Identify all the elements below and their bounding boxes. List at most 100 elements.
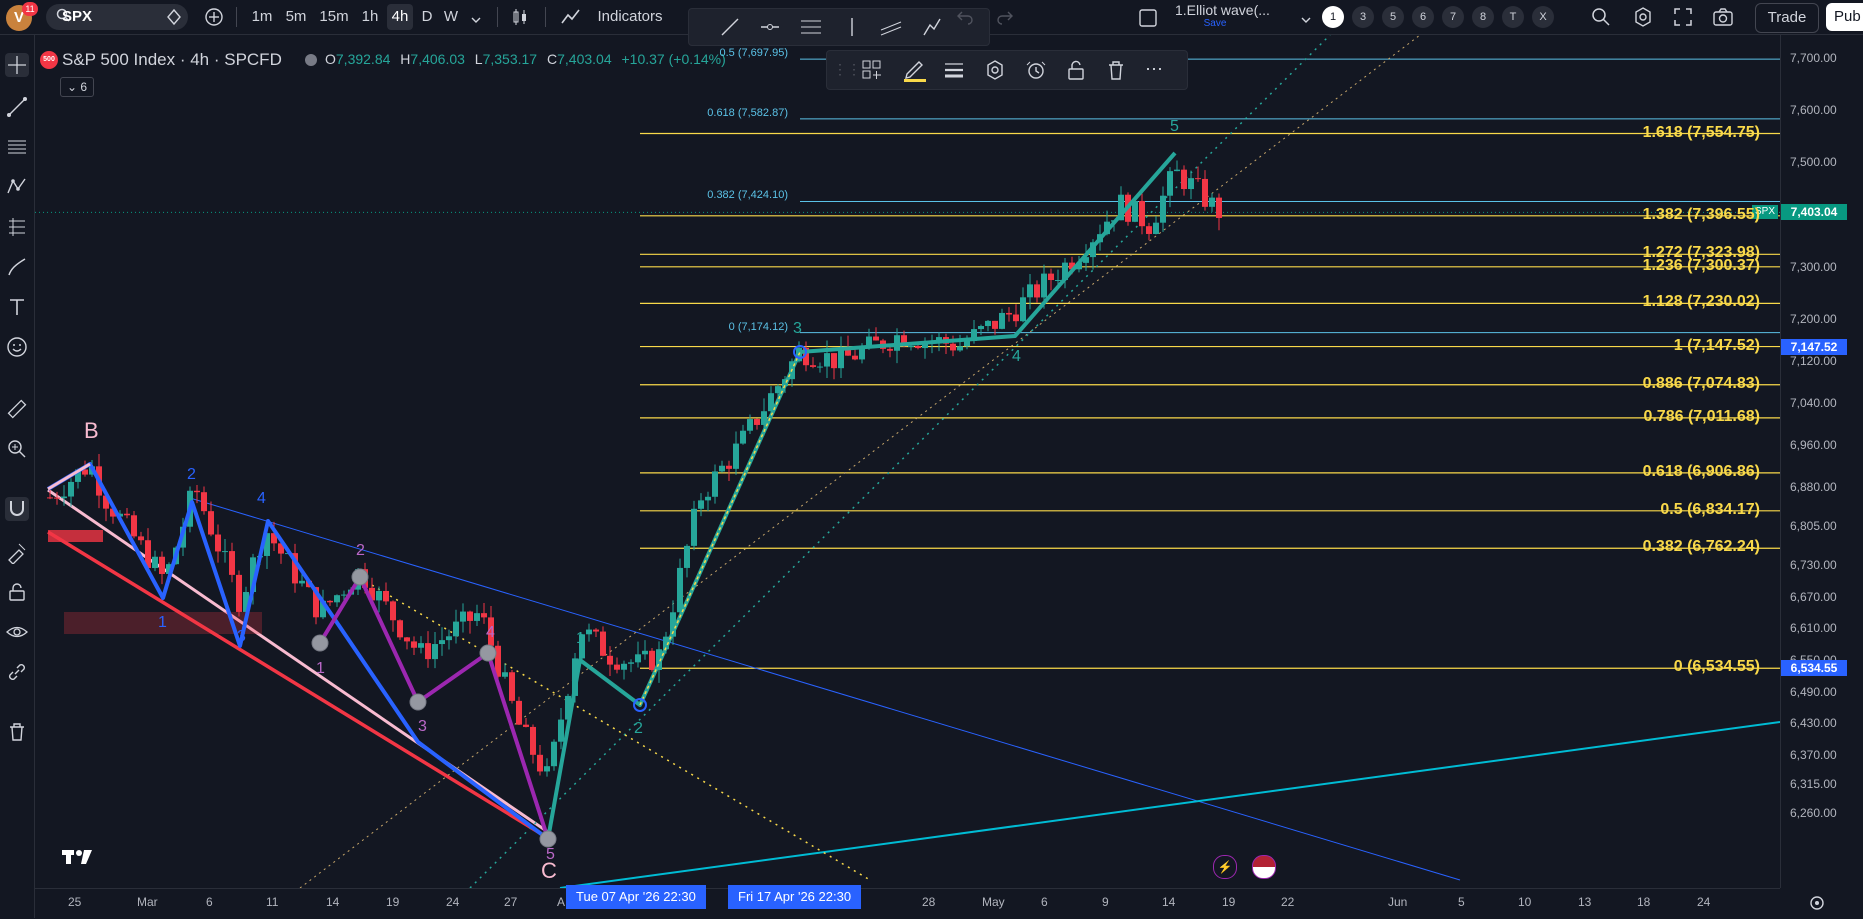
price-chart[interactable] (35, 35, 1780, 888)
interval-d[interactable]: D (418, 4, 436, 30)
forecast-tool-icon[interactable] (5, 215, 29, 239)
indicators-icon[interactable] (560, 7, 582, 32)
pencil-color-icon[interactable] (903, 57, 927, 88)
time-tick: 14 (1162, 895, 1176, 909)
zoom-in-icon[interactable] (5, 437, 29, 461)
pill-t[interactable]: T (1502, 6, 1524, 28)
candle-body (446, 636, 452, 641)
trash-icon[interactable] (5, 720, 29, 744)
interval-1h[interactable]: 1h (358, 4, 382, 30)
pill-6[interactable]: 6 (1412, 6, 1434, 28)
candle-body (1188, 178, 1194, 190)
green-wave-label: 4 (1012, 348, 1021, 365)
time-tick: 18 (1637, 895, 1651, 909)
compare-icon[interactable] (165, 8, 183, 31)
candle-body (992, 320, 998, 329)
add-template-icon[interactable] (861, 59, 883, 86)
time-tick: Mar (137, 895, 158, 909)
candle-body (1139, 201, 1145, 227)
pill-5[interactable]: 5 (1382, 6, 1404, 28)
candle-body (1041, 273, 1047, 298)
candles-icon[interactable] (510, 7, 530, 32)
market-status-icon (305, 54, 317, 66)
text-tool-icon[interactable] (5, 295, 29, 319)
candle-body (754, 419, 760, 425)
layout-name[interactable]: 1.Elliot wave(... Save (1175, 2, 1285, 29)
settings-gear-icon[interactable] (1632, 6, 1654, 33)
fib-tool-icon[interactable] (5, 135, 29, 159)
price-tick: 7,300.00 (1790, 260, 1837, 274)
pill-3[interactable]: 3 (1352, 6, 1374, 28)
redo-icon[interactable] (996, 8, 1014, 31)
indicators-button[interactable]: Indicators (590, 4, 670, 30)
fullscreen-icon[interactable] (1672, 6, 1694, 33)
eye-icon[interactable] (5, 620, 29, 644)
undo-icon[interactable] (956, 8, 974, 31)
candle-body (327, 600, 333, 603)
interval-1m[interactable]: 1m (248, 4, 276, 30)
ruler-icon[interactable] (5, 397, 29, 421)
object-settings-icon[interactable] (984, 59, 1006, 86)
pill-8[interactable]: 8 (1472, 6, 1494, 28)
brush-icon[interactable] (5, 255, 29, 279)
zoom-search-icon[interactable] (1590, 6, 1612, 33)
layout-save-status: Save (1203, 18, 1227, 29)
publish-button[interactable]: Pub (1826, 3, 1863, 31)
candle-body (61, 496, 67, 499)
interval-4h[interactable]: 4h (387, 4, 413, 30)
pill-1[interactable]: 1 (1322, 6, 1344, 28)
interval-w[interactable]: W (440, 4, 462, 30)
candle-body (810, 365, 816, 367)
more-icon[interactable]: ⋯ (1145, 59, 1163, 80)
price-tick: 6,260.00 (1790, 806, 1837, 820)
lightning-icon[interactable]: ⚡ (1213, 855, 1237, 879)
pill-7[interactable]: 7 (1442, 6, 1464, 28)
candle-body (873, 336, 879, 341)
lock-icon[interactable] (5, 580, 29, 604)
candle-body (439, 640, 445, 645)
unlock-icon[interactable] (1065, 59, 1087, 86)
line-width-icon[interactable] (943, 60, 965, 85)
fib-label: 1.236 (7,300.37) (1642, 256, 1760, 274)
link-icon[interactable] (5, 660, 29, 684)
purple-wave (318, 575, 550, 840)
candle-body (831, 353, 837, 369)
camera-icon[interactable] (1712, 6, 1734, 33)
candle-body (551, 741, 557, 767)
candle-body (453, 621, 459, 637)
time-tick: Jun (1388, 895, 1408, 909)
candle-body (1209, 197, 1215, 207)
time-tick: 6 (1041, 895, 1048, 909)
trade-button[interactable]: Trade (1755, 3, 1819, 33)
candle-body (558, 719, 564, 742)
symbol-title[interactable]: S&P 500 Index · 4h · SPCFD (62, 50, 282, 70)
candle-body (152, 556, 158, 569)
blue-wave-label: 2 (187, 466, 196, 483)
drag-handle-icon[interactable]: ⋮⋮ (833, 61, 861, 78)
delete-icon[interactable] (1105, 59, 1127, 86)
trend-line-tool-icon[interactable] (5, 95, 29, 119)
interval-15m[interactable]: 15m (316, 4, 352, 30)
us-flag-icon[interactable] (1252, 855, 1276, 879)
emoji-icon[interactable] (5, 335, 29, 359)
magnet-icon[interactable] (5, 497, 29, 521)
candle-body (1216, 197, 1222, 218)
candle-body (523, 724, 529, 727)
candle-body (432, 644, 438, 660)
alert-icon[interactable] (1025, 59, 1047, 86)
chevron-down-icon[interactable] (470, 12, 482, 30)
pattern-tool-icon[interactable] (5, 175, 29, 199)
layout-chevron-icon[interactable] (1300, 12, 1312, 30)
axis-settings-icon[interactable] (1808, 894, 1826, 917)
price-tick: 7,040.00 (1790, 396, 1837, 410)
time-tick: 11 (266, 895, 279, 909)
candle-body (733, 443, 739, 469)
interval-5m[interactable]: 5m (282, 4, 310, 30)
crosshair-icon[interactable] (5, 53, 29, 77)
indicators-toggle[interactable]: ⌄ 6 (60, 77, 94, 97)
candle-body (208, 511, 214, 535)
index-badge: 500 (40, 51, 58, 69)
draw-mode-icon[interactable] (5, 540, 29, 565)
pill-x[interactable]: X (1532, 6, 1554, 28)
add-symbol-icon[interactable] (204, 7, 224, 32)
